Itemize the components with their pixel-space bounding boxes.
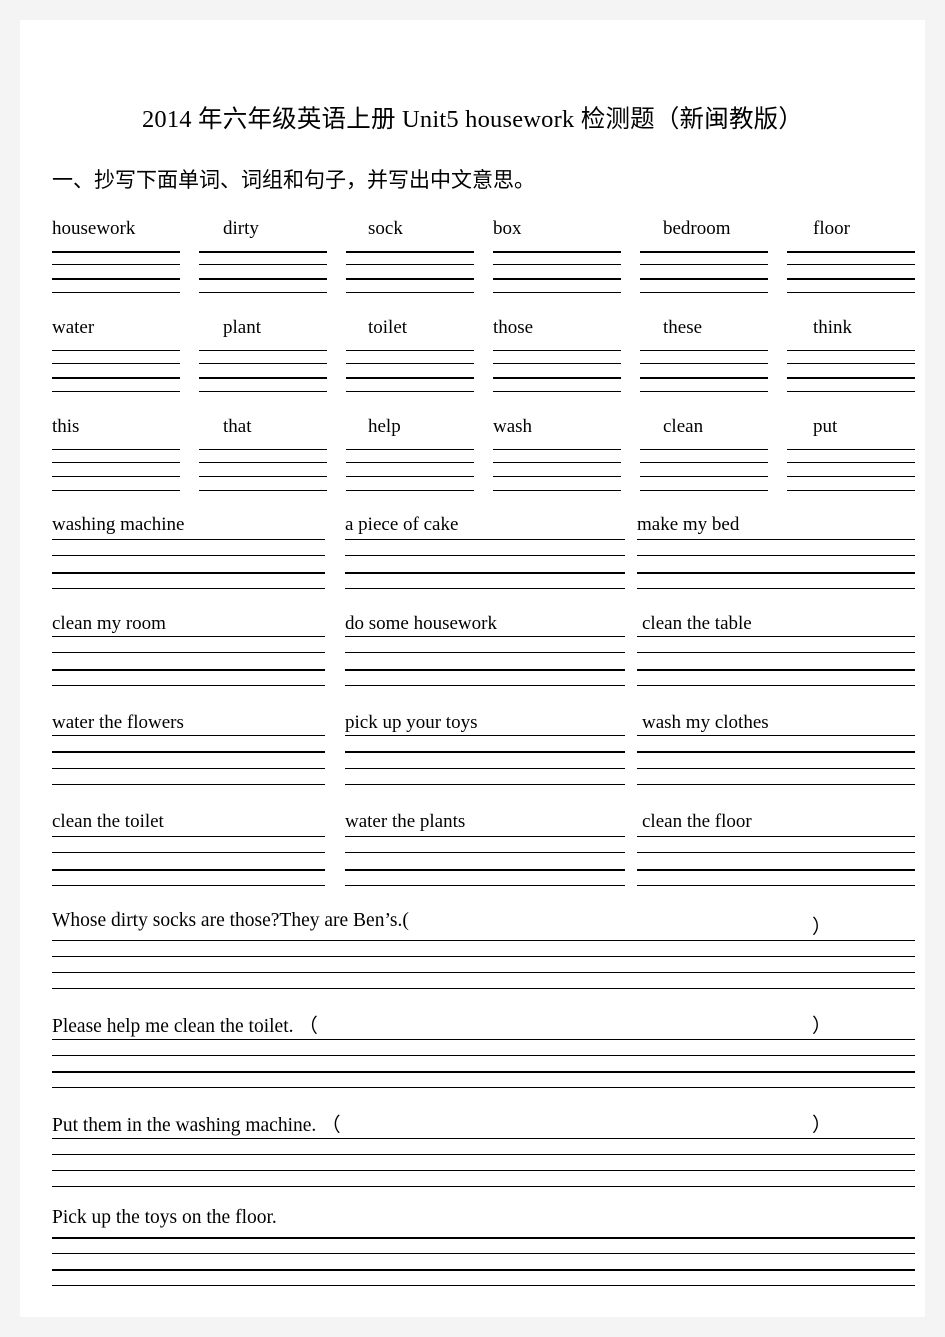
word-row: water plant toilet those these think [20, 316, 925, 402]
phrase-label: a piece of cake [345, 514, 459, 535]
writing-rules [345, 836, 625, 898]
word-label: that [223, 416, 252, 437]
word-label: toilet [368, 317, 408, 338]
writing-rules [52, 940, 915, 1002]
writing-rules [52, 251, 180, 303]
word-row: housework dirty sock box bedroom floor [20, 217, 925, 303]
phrase-label: clean the table [642, 613, 752, 634]
answer-paren-close: ） [812, 1016, 832, 1037]
writing-rules [787, 449, 915, 501]
page-title: 2014 年六年级英语上册 Unit5 housework 检测题（新闽教版） [141, 106, 804, 133]
word-label: bedroom [663, 218, 731, 239]
writing-rules [345, 539, 625, 601]
writing-rules [637, 636, 915, 698]
word-label: these [663, 317, 703, 338]
phrase-row: clean the toilet water the plants clean … [20, 812, 925, 910]
sentence-row: Pick up the toys on the floor. [20, 1207, 925, 1305]
writing-rules [52, 1138, 915, 1200]
writing-rules [52, 1237, 915, 1299]
answer-paren-close: ） [812, 1115, 832, 1136]
phrase-row: water the flowers pick up your toys wash… [20, 713, 925, 811]
phrase-row: washing machine a piece of cake make my … [20, 515, 925, 613]
word-label: those [493, 317, 534, 338]
writing-rules [199, 251, 327, 303]
phrase-label: clean the floor [642, 811, 752, 832]
writing-rules [52, 636, 325, 698]
phrase-row: clean my room do some housework clean th… [20, 614, 925, 712]
word-label: dirty [223, 218, 259, 239]
writing-rules [346, 251, 474, 303]
sentence-text: Whose dirty socks are those?They are Ben… [52, 910, 409, 931]
writing-rules [52, 735, 325, 797]
word-label: water [52, 317, 95, 338]
writing-rules [637, 836, 915, 898]
sentence-row: Put them in the washing machine. （ ） [20, 1108, 925, 1206]
word-label: box [493, 218, 522, 239]
word-label: help [368, 416, 401, 437]
word-label: floor [813, 218, 850, 239]
writing-rules [493, 350, 621, 402]
phrase-label: do some housework [345, 613, 497, 634]
sentence-text: Please help me clean the toilet. （ [52, 1016, 318, 1037]
phrase-label: water the plants [345, 811, 466, 832]
writing-rules [52, 350, 180, 402]
word-label: think [813, 317, 853, 338]
writing-rules [199, 350, 327, 402]
writing-rules [637, 539, 915, 601]
word-label: wash [493, 416, 533, 437]
writing-rules [345, 636, 625, 698]
writing-rules [493, 449, 621, 501]
writing-rules [346, 350, 474, 402]
word-label: put [813, 416, 838, 437]
word-label: plant [223, 317, 261, 338]
writing-rules [52, 539, 325, 601]
writing-rules [493, 251, 621, 303]
word-label: housework [52, 218, 136, 239]
sentence-text: Put them in the washing machine. （ [52, 1115, 341, 1136]
writing-rules [787, 350, 915, 402]
writing-rules [637, 735, 915, 797]
writing-rules [52, 836, 325, 898]
sentence-text: Pick up the toys on the floor. [52, 1207, 277, 1228]
writing-rules [640, 449, 768, 501]
word-label: this [52, 416, 80, 437]
phrase-label: wash my clothes [642, 712, 769, 733]
word-label: sock [368, 218, 403, 239]
writing-rules [787, 251, 915, 303]
writing-rules [199, 449, 327, 501]
writing-rules [52, 1039, 915, 1101]
phrase-label: clean my room [52, 613, 166, 634]
phrase-label: pick up your toys [345, 712, 478, 733]
sentence-row: Please help me clean the toilet. （ ） [20, 1009, 925, 1107]
word-label: clean [663, 416, 704, 437]
section-heading: 一、抄写下面单词、词组和句子，并写出中文意思。 [52, 168, 535, 192]
phrase-label: make my bed [637, 514, 740, 535]
word-row: this that help wash clean put [20, 415, 925, 501]
phrase-label: clean the toilet [52, 811, 164, 832]
phrase-label: water the flowers [52, 712, 184, 733]
writing-rules [346, 449, 474, 501]
sentence-row: Whose dirty socks are those?They are Ben… [20, 910, 925, 1008]
writing-rules [640, 350, 768, 402]
writing-rules [52, 449, 180, 501]
answer-paren-close: ） [812, 917, 832, 938]
writing-rules [640, 251, 768, 303]
writing-rules [345, 735, 625, 797]
worksheet-page: 2014 年六年级英语上册 Unit5 housework 检测题（新闽教版） … [20, 20, 925, 1317]
phrase-label: washing machine [52, 514, 185, 535]
